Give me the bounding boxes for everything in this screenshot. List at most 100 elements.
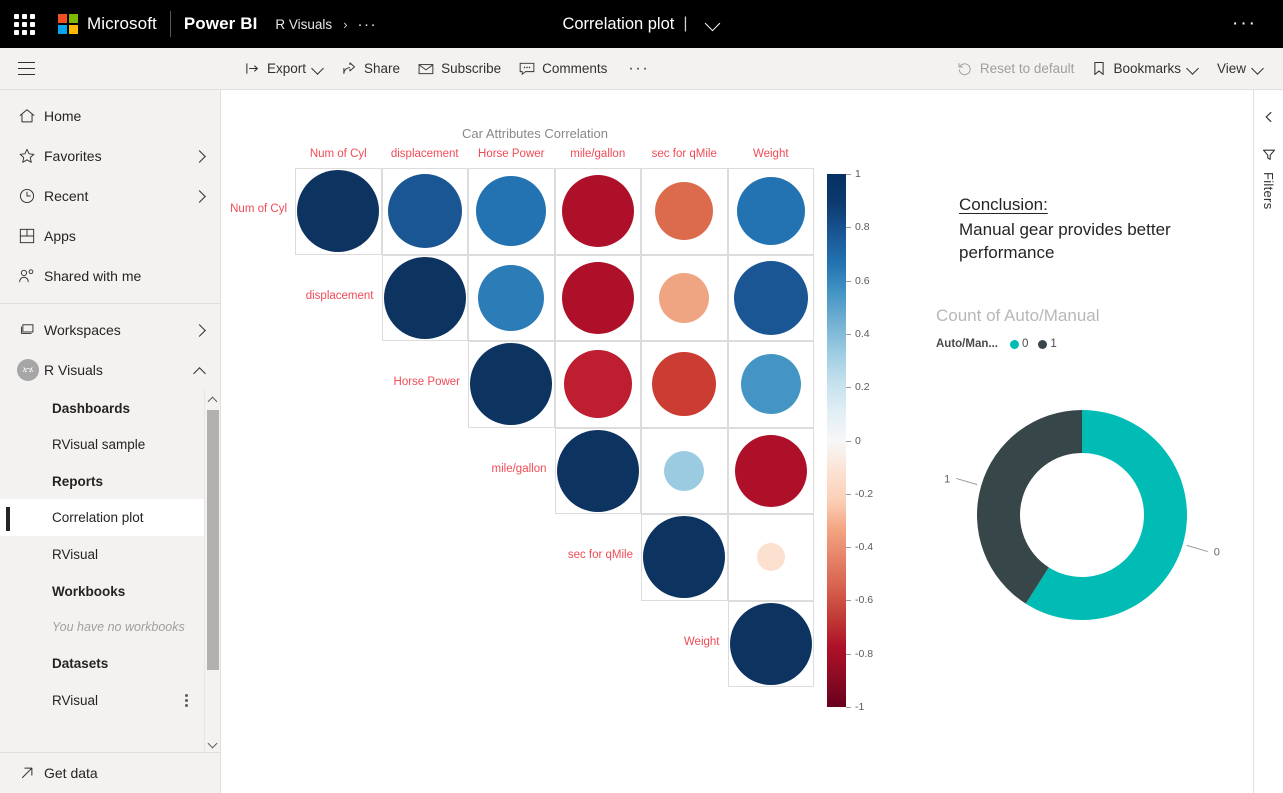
workbooks-empty-message: You have no workbooks [52,620,185,634]
donut-chart-title: Count of Auto/Manual [936,306,1100,325]
bookmarks-button[interactable]: Bookmarks [1083,53,1208,85]
legend-item-1[interactable]: 1 [1038,338,1057,350]
matrix-column-header: mile/gallon [570,148,626,160]
matrix-correlation-circle[interactable] [756,543,785,572]
matrix-row-header: mile/gallon [491,462,547,475]
matrix-correlation-circle[interactable] [740,354,801,415]
reset-to-default-button[interactable]: Reset to default [948,53,1084,85]
sidebar-item-favorites[interactable]: Favorites [0,136,220,176]
bookmarks-label: Bookmarks [1113,61,1181,76]
matrix-correlation-circle[interactable] [470,343,553,426]
more-options-button[interactable]: ··· [1222,13,1267,35]
matrix-correlation-circle[interactable] [659,272,710,323]
donut-chart[interactable]: 01 [922,395,1242,685]
colorbar-tick-label: 0 [855,434,861,447]
colorbar-tick-label: 0.4 [855,327,870,340]
sidebar-item-home[interactable]: Home [0,96,220,136]
nav-footer: Get data [0,752,220,793]
conclusion-textbox[interactable]: Conclusion: Manual gear provides better … [959,195,1229,265]
colorbar-gradient [827,174,846,707]
scroll-down-arrow-icon[interactable] [205,735,220,752]
chevron-right-icon [195,325,206,336]
comment-icon [519,61,535,76]
filters-label: Filters [1261,172,1276,210]
microsoft-logo[interactable]: Microsoft [58,14,157,34]
chevron-left-icon[interactable] [1256,104,1282,130]
sidebar-item-apps[interactable]: Apps [0,216,220,256]
kebab-menu-icon[interactable] [185,692,188,709]
top-navigation-bar: Microsoft Power BI R Visuals › ··· Corre… [0,0,1283,48]
sidebar-item-label: Get data [44,765,98,781]
matrix-correlation-circle[interactable] [561,261,634,334]
section-header-datasets: Datasets [52,656,109,671]
sidebar-item-label: Recent [44,188,89,204]
sidebar-item-get-data[interactable]: Get data [0,753,220,793]
matrix-correlation-circle[interactable] [478,264,545,331]
top-divider [169,11,171,37]
filter-icon[interactable] [1256,142,1282,168]
command-bar-overflow-button[interactable]: ··· [616,60,661,78]
matrix-correlation-circle[interactable] [387,174,462,249]
microsoft-wordmark: Microsoft [87,14,157,33]
matrix-row-header: Horse Power [393,376,460,389]
scrollbar-thumb[interactable] [207,410,219,670]
matrix-correlation-circle[interactable] [297,170,380,253]
sidebar-item-label: R Visuals [44,362,103,378]
chevron-down-icon [1253,63,1264,74]
colorbar-tick-label: -0.2 [855,487,874,500]
legend-item-label: 0 [1021,338,1029,350]
breadcrumb-workspace[interactable]: R Visuals [275,17,332,32]
bookmark-icon [1092,61,1106,76]
colorbar-tick-label: -0.6 [855,594,874,607]
correlation-chart-title: Car Attributes Correlation [462,126,608,141]
matrix-correlation-circle[interactable] [736,177,805,246]
workspaces-icon [18,321,44,339]
legend-item-0[interactable]: 0 [1009,338,1029,350]
matrix-correlation-circle[interactable] [734,434,807,507]
matrix-column-header: Num of Cyl [309,148,367,160]
workspace-content-scroll-area[interactable]: Dashboards RVisual sample Reports Correl… [0,390,220,752]
workspace-avatar [17,359,44,381]
report-canvas: Car Attributes Correlation Num of Cyl dis… [222,90,1253,793]
conclusion-heading: Conclusion: [959,195,1048,214]
matrix-correlation-circle[interactable] [729,602,812,685]
nav-primary-group: Home Favorites Recent Apps Shared with m… [0,90,220,390]
sidebar-item-workspaces[interactable]: Workspaces [0,310,220,350]
sidebar-item-rvisual-report[interactable]: RVisual [0,536,206,573]
reset-to-default-label: Reset to default [979,61,1075,76]
sidebar-item-label: Favorites [44,148,102,164]
sidebar-item-shared-with-me[interactable]: Shared with me [0,256,220,296]
donut-leader-line [956,477,978,486]
power-bi-title[interactable]: Power BI [184,14,258,34]
matrix-correlation-circle[interactable] [664,450,705,491]
sidebar-item-rvisual-sample[interactable]: RVisual sample [0,426,206,463]
colorbar-tick-label: -0.4 [855,541,874,554]
subscribe-button[interactable]: Subscribe [409,53,510,85]
colorbar-tick [846,547,851,549]
sidebar-item-r-visuals-workspace[interactable]: R Visuals [0,350,220,390]
share-button[interactable]: Share [333,53,409,85]
matrix-correlation-circle[interactable] [733,260,808,335]
share-label: Share [364,61,401,76]
correlation-colorbar: 1 0.8 0.6 0.4 0.2 0 -0.2 -0.4 -0.6 -0.8 -1 [827,168,873,713]
matrix-correlation-circle[interactable] [383,256,466,339]
sidebar-item-correlation-plot[interactable]: Correlation plot [0,499,206,536]
matrix-correlation-circle[interactable] [563,350,632,419]
donut-slice[interactable] [977,410,1082,604]
scroll-up-arrow-icon[interactable] [205,390,220,407]
chevron-down-icon [1188,63,1199,74]
navigation-menu-icon[interactable] [0,48,52,90]
sidebar-item-rvisual-dataset[interactable]: RVisual [0,681,206,720]
command-bar: Export Share Subscribe Comments ··· Rese… [0,48,1283,90]
sidebar-item-label: RVisual [52,693,99,708]
view-button[interactable]: View [1208,53,1273,85]
chevron-down-icon[interactable] [707,17,721,31]
matrix-correlation-circle[interactable] [556,429,639,512]
breadcrumb-more-button[interactable]: ··· [358,16,378,33]
app-launcher-icon[interactable] [0,0,48,48]
sidebar-scrollbar[interactable] [204,390,220,752]
export-button[interactable]: Export [236,53,333,85]
matrix-correlation-circle[interactable] [643,516,726,599]
matrix-correlation-circle[interactable] [561,175,634,248]
comments-button[interactable]: Comments [510,53,616,85]
